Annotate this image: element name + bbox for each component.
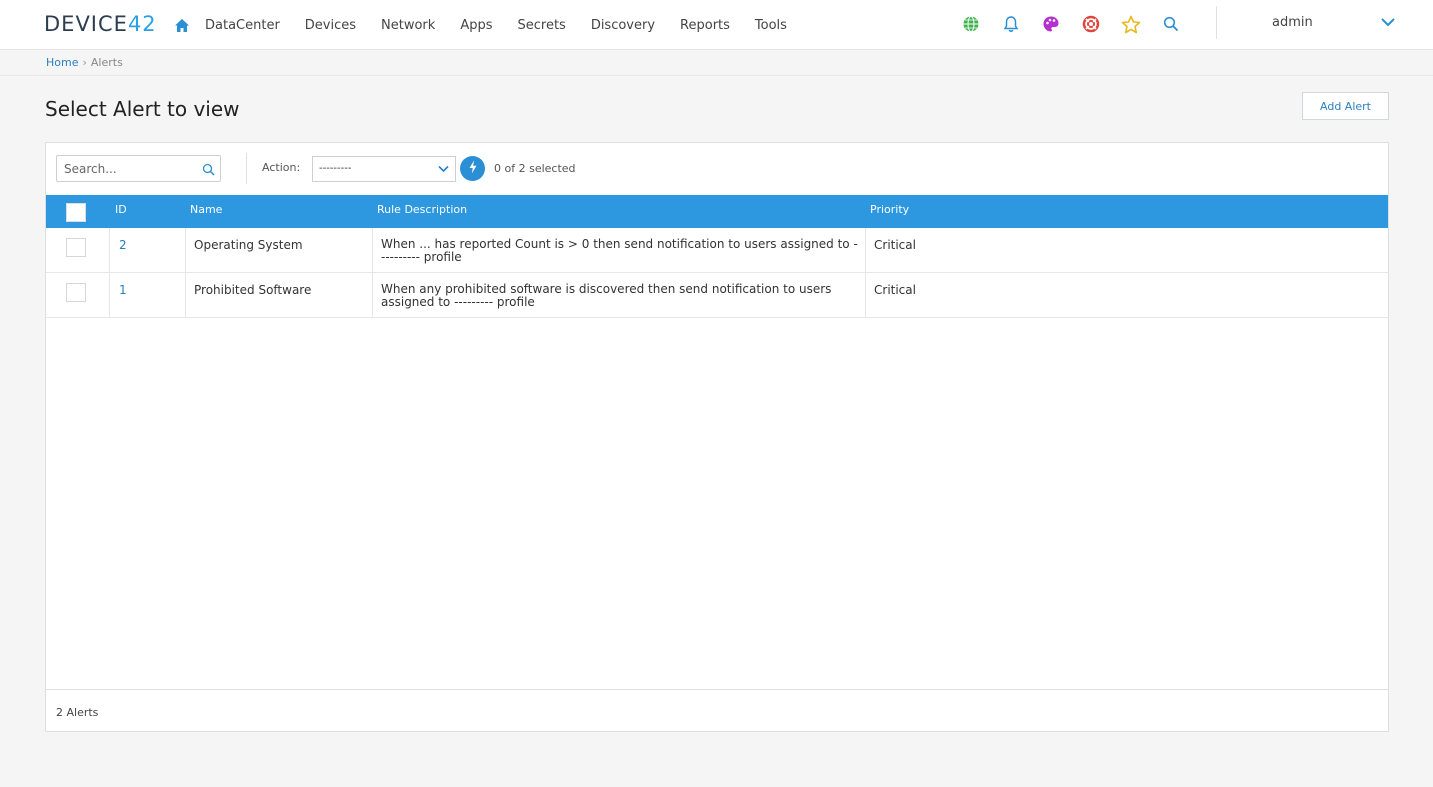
- header-divider: [1216, 6, 1217, 39]
- palette-icon[interactable]: [1040, 13, 1062, 35]
- nav-secrets[interactable]: Secrets: [517, 18, 565, 33]
- device42-logo[interactable]: DEVICE42: [44, 12, 157, 36]
- cell-divider: [372, 228, 373, 272]
- breadcrumb-current: Alerts: [90, 56, 123, 69]
- row-id-link[interactable]: 1: [119, 283, 127, 297]
- lightning-icon: [468, 160, 478, 177]
- row-checkbox[interactable]: [66, 238, 86, 257]
- search-input[interactable]: [57, 156, 192, 181]
- header-tools: [960, 13, 1200, 35]
- column-header-priority[interactable]: Priority: [870, 203, 909, 216]
- chevron-down-icon[interactable]: [1380, 16, 1396, 28]
- nav-network[interactable]: Network: [381, 18, 435, 33]
- breadcrumb-separator: ›: [82, 56, 87, 69]
- search-box: [56, 155, 221, 182]
- row-rule-description: When ... has reported Count is > 0 then …: [381, 237, 858, 264]
- main-nav: DataCenter Devices Network Apps Secrets …: [174, 0, 812, 50]
- search-icon[interactable]: [202, 163, 215, 176]
- total-count: 2 Alerts: [56, 706, 99, 719]
- cell-divider: [372, 273, 373, 317]
- breadcrumb-home[interactable]: Home: [46, 56, 78, 69]
- logo-text: DEVICE: [44, 12, 128, 36]
- table-header: ID Name Rule Description Priority: [46, 195, 1388, 228]
- column-header-id[interactable]: ID: [115, 203, 127, 216]
- cell-divider: [109, 273, 110, 317]
- alerts-panel: Action: --------- 0 of 2 selected ID Nam…: [45, 142, 1389, 732]
- cell-divider: [865, 228, 866, 272]
- nav-datacenter[interactable]: DataCenter: [205, 18, 280, 33]
- home-icon[interactable]: [174, 17, 190, 33]
- nav-devices[interactable]: Devices: [305, 18, 356, 33]
- cell-divider: [109, 228, 110, 272]
- row-name: Operating System: [194, 238, 303, 252]
- row-rule-description: When any prohibited software is discover…: [381, 282, 832, 309]
- cell-divider: [865, 273, 866, 317]
- row-priority: Critical: [874, 238, 916, 252]
- add-alert-button[interactable]: Add Alert: [1302, 92, 1389, 120]
- cell-divider: [185, 273, 186, 317]
- lifebuoy-icon[interactable]: [1080, 13, 1102, 35]
- top-navbar: DEVICE42 DataCenter Devices Network Apps…: [0, 0, 1433, 50]
- toolbar-divider: [246, 153, 247, 184]
- run-action-button[interactable]: [460, 156, 485, 181]
- column-header-rule-description[interactable]: Rule Description: [377, 203, 467, 216]
- logo-number: 42: [127, 12, 157, 36]
- table-row: 1 Prohibited Software When any prohibite…: [46, 273, 1388, 318]
- table-footer: 2 Alerts: [46, 689, 1388, 731]
- globe-icon[interactable]: [960, 13, 982, 35]
- nav-apps[interactable]: Apps: [460, 18, 492, 33]
- chevron-down-icon: [438, 165, 449, 173]
- breadcrumb-bar: Home › Alerts: [0, 51, 1433, 76]
- action-select[interactable]: ---------: [312, 156, 456, 182]
- table-row: 2 Operating System When ... has reported…: [46, 228, 1388, 273]
- action-label: Action:: [262, 161, 301, 174]
- nav-tools[interactable]: Tools: [755, 18, 787, 33]
- search-icon[interactable]: [1160, 13, 1182, 35]
- column-header-name[interactable]: Name: [190, 203, 222, 216]
- page-title: Select Alert to view: [45, 97, 240, 121]
- select-all-checkbox[interactable]: [66, 203, 86, 222]
- bell-icon[interactable]: [1000, 13, 1022, 35]
- action-select-value: ---------: [319, 163, 352, 174]
- nav-reports[interactable]: Reports: [680, 18, 730, 33]
- row-name: Prohibited Software: [194, 283, 312, 297]
- user-name[interactable]: admin: [1272, 15, 1313, 30]
- row-checkbox[interactable]: [66, 283, 86, 302]
- nav-discovery[interactable]: Discovery: [591, 18, 655, 33]
- breadcrumb: Home › Alerts: [46, 56, 123, 69]
- row-id-link[interactable]: 2: [119, 238, 127, 252]
- star-icon[interactable]: [1120, 13, 1142, 35]
- cell-divider: [185, 228, 186, 272]
- selection-count: 0 of 2 selected: [494, 162, 576, 175]
- row-priority: Critical: [874, 283, 916, 297]
